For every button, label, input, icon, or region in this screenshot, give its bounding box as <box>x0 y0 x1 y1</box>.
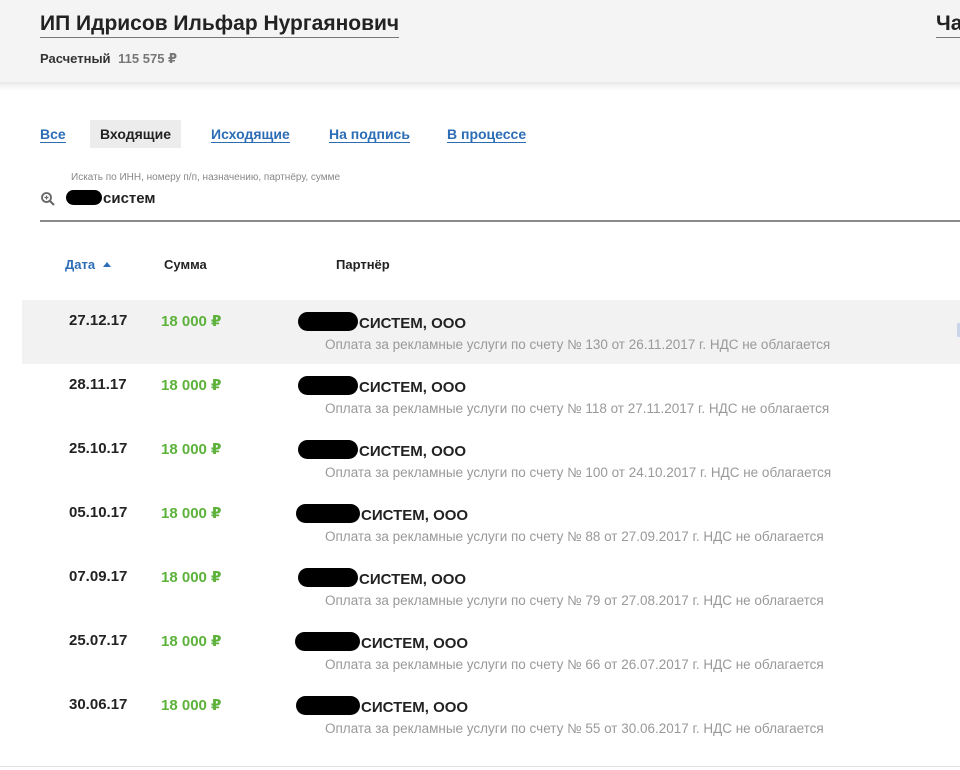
row-date: 05.10.17 <box>69 504 128 521</box>
search-input-value: систем <box>103 190 156 207</box>
tab-to-sign[interactable]: На подпись <box>329 120 410 148</box>
row-amount: 18 000 ₽ <box>161 377 222 394</box>
table-row[interactable]: 25.10.17 18 000 ₽ СИСТЕМ, ООО Оплата за … <box>22 428 960 492</box>
row-date: 27.12.17 <box>69 312 128 329</box>
row-partner: СИСТЕМ, ООО <box>296 696 468 716</box>
header-divider <box>0 82 960 90</box>
redaction-mark <box>296 504 360 523</box>
redaction-mark <box>298 376 358 395</box>
account-balance: Расчетный 115 575 ₽ <box>40 51 177 67</box>
row-partner: СИСТЕМ, ООО <box>298 312 466 332</box>
row-amount: 18 000 ₽ <box>161 633 222 650</box>
table-row[interactable]: 28.11.17 18 000 ₽ СИСТЕМ, ООО Оплата за … <box>22 364 960 428</box>
row-date: 28.11.17 <box>69 376 127 393</box>
row-partner: СИСТЕМ, ООО <box>298 376 466 396</box>
search-input[interactable]: систем <box>66 190 156 207</box>
balance-value: 115 575 ₽ <box>118 51 178 66</box>
table-row[interactable]: 25.07.17 18 000 ₽ СИСТЕМ, ООО Оплата за … <box>22 620 960 684</box>
redaction-mark <box>295 632 360 651</box>
row-amount: 18 000 ₽ <box>161 313 222 330</box>
row-date: 07.09.17 <box>69 568 128 585</box>
row-date: 25.10.17 <box>69 440 128 457</box>
redaction-mark <box>296 696 360 715</box>
header-right-link[interactable]: Ча <box>936 11 960 38</box>
tab-all[interactable]: Все <box>40 120 66 148</box>
search-icon <box>41 192 55 206</box>
row-date: 25.07.17 <box>69 632 128 649</box>
row-description: Оплата за рекламные услуги по счету № 55… <box>325 721 824 736</box>
row-description: Оплата за рекламные услуги по счету № 10… <box>325 465 832 480</box>
table-row[interactable]: 07.09.17 18 000 ₽ СИСТЕМ, ООО Оплата за … <box>22 556 960 620</box>
tab-outgoing[interactable]: Исходящие <box>211 120 290 148</box>
column-header-partner: Партнёр <box>336 257 390 272</box>
row-partner: СИСТЕМ, ООО <box>298 568 466 588</box>
table-row[interactable]: 05.10.17 18 000 ₽ СИСТЕМ, ООО Оплата за … <box>22 492 960 556</box>
redaction-mark <box>298 312 358 331</box>
row-partner: СИСТЕМ, ООО <box>296 504 468 524</box>
row-description: Оплата за рекламные услуги по счету № 66… <box>325 657 824 672</box>
column-header-sum: Сумма <box>164 257 207 272</box>
row-amount: 18 000 ₽ <box>161 569 222 586</box>
row-amount: 18 000 ₽ <box>161 697 222 714</box>
balance-label: Расчетный <box>40 51 111 66</box>
row-partner: СИСТЕМ, ООО <box>295 632 468 652</box>
row-description: Оплата за рекламные услуги по счету № 11… <box>325 401 830 416</box>
redaction-mark <box>298 440 358 459</box>
row-description: Оплата за рекламные услуги по счету № 88… <box>325 529 824 544</box>
redaction-mark <box>298 568 358 587</box>
search-hint: Искать по ИНН, номеру п/п, назначению, п… <box>71 172 341 183</box>
search-underline <box>40 220 960 222</box>
tab-in-process[interactable]: В процессе <box>447 120 527 148</box>
redaction-mark <box>66 190 102 205</box>
row-date: 30.06.17 <box>69 696 128 713</box>
table-row[interactable]: 30.06.17 18 000 ₽ СИСТЕМ, ООО Оплата за … <box>22 684 960 748</box>
row-partner: СИСТЕМ, ООО <box>298 440 466 460</box>
list-bottom-divider <box>0 766 960 767</box>
row-amount: 18 000 ₽ <box>161 505 222 522</box>
filter-tabs: Все Входящие Исходящие На подпись В проц… <box>0 120 960 150</box>
sort-asc-icon <box>103 262 112 267</box>
account-name-link[interactable]: ИП Идрисов Ильфар Нургаянович <box>40 11 400 38</box>
row-description: Оплата за рекламные услуги по счету № 13… <box>325 337 831 352</box>
row-amount: 18 000 ₽ <box>161 441 222 458</box>
row-description: Оплата за рекламные услуги по счету № 79… <box>325 593 824 608</box>
table-row[interactable]: 27.12.17 18 000 ₽ СИСТЕМ, ООО Оплата за … <box>22 300 960 364</box>
column-header-date[interactable]: Дата <box>65 257 112 272</box>
tab-incoming[interactable]: Входящие <box>90 120 181 148</box>
